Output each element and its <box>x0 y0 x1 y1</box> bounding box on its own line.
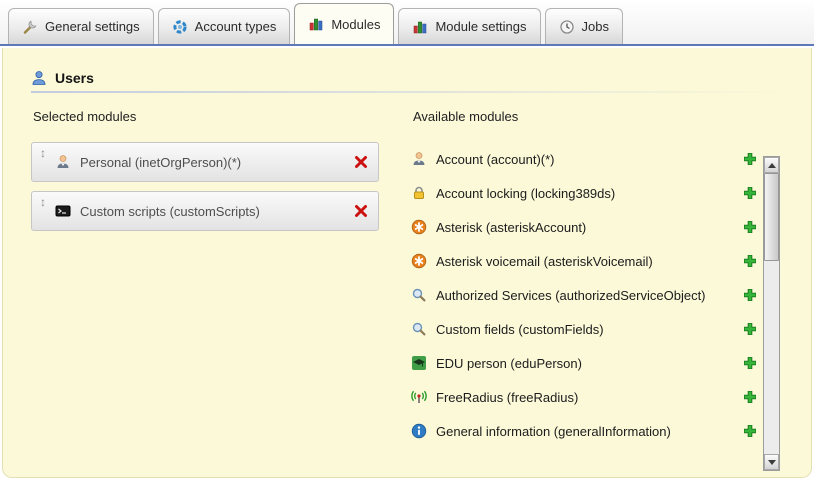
page: General settings Account types Modules M… <box>0 0 814 478</box>
delete-icon[interactable] <box>354 155 368 169</box>
tab-label: General settings <box>45 19 140 34</box>
selected-module-row-personal[interactable]: ↕ Personal (inetOrgPerson)(*) <box>31 142 379 182</box>
clock-icon <box>559 19 575 35</box>
antenna-icon <box>411 389 427 405</box>
selected-module-label: Personal (inetOrgPerson)(*) <box>80 155 345 170</box>
section-title: Users <box>55 70 94 86</box>
selected-module-row-custom-scripts[interactable]: ↕ Custom scripts (customScripts) <box>31 191 379 231</box>
scroll-track[interactable] <box>764 173 779 454</box>
available-module-label: Account locking (locking389ds) <box>436 186 615 201</box>
add-icon[interactable] <box>743 186 757 200</box>
available-module-row: General information (generalInformation) <box>411 414 757 448</box>
available-module-label: Asterisk (asteriskAccount) <box>436 220 586 235</box>
available-module-label: Account (account)(*) <box>436 152 555 167</box>
available-module-row: Account (account)(*) <box>411 142 757 176</box>
available-module-row: Asterisk voicemail (asteriskVoicemail) <box>411 244 757 278</box>
tab-account-types[interactable]: Account types <box>158 8 291 44</box>
tab-modules[interactable]: Modules <box>294 3 394 44</box>
scroll-up-button[interactable] <box>764 157 779 173</box>
tab-jobs[interactable]: Jobs <box>545 8 623 44</box>
add-icon[interactable] <box>743 322 757 336</box>
module-settings-bars-icon <box>412 19 428 35</box>
users-section-header: Users <box>31 70 811 86</box>
add-icon[interactable] <box>743 356 757 370</box>
available-module-label: General information (generalInformation) <box>436 424 671 439</box>
tab-label: Module settings <box>435 19 526 34</box>
add-icon[interactable] <box>743 220 757 234</box>
available-module-row: Account locking (locking389ds) <box>411 176 757 210</box>
modules-bars-icon <box>308 16 324 32</box>
tab-module-settings[interactable]: Module settings <box>398 8 540 44</box>
tab-general-settings[interactable]: General settings <box>8 8 154 44</box>
section-divider <box>31 91 783 93</box>
drag-handle-icon[interactable]: ↕ <box>40 196 46 208</box>
selected-modules-column: Selected modules ↕ Personal (inetOrgPers… <box>31 107 409 448</box>
tab-bar: General settings Account types Modules M… <box>0 0 814 46</box>
arrow-down-icon <box>768 460 776 465</box>
info-icon <box>411 423 427 439</box>
asterisk-icon <box>411 253 427 269</box>
tab-label: Modules <box>331 17 380 32</box>
add-icon[interactable] <box>743 288 757 302</box>
tab-label: Jobs <box>582 19 609 34</box>
magnifier-icon <box>411 287 427 303</box>
terminal-icon <box>55 203 71 219</box>
available-module-row: EDU person (eduPerson) <box>411 346 757 380</box>
graduation-icon <box>411 355 427 371</box>
scroll-thumb[interactable] <box>764 173 779 261</box>
available-module-label: Asterisk voicemail (asteriskVoicemail) <box>436 254 653 269</box>
lock-icon <box>411 185 427 201</box>
person-icon <box>411 151 427 167</box>
available-modules-column: Available modules Account (account)(*) A… <box>409 107 811 448</box>
available-module-row: FreeRadius (freeRadius) <box>411 380 757 414</box>
available-module-label: Custom fields (customFields) <box>436 322 604 337</box>
asterisk-icon <box>411 219 427 235</box>
user-icon <box>31 70 47 86</box>
available-module-label: Authorized Services (authorizedServiceOb… <box>436 288 706 303</box>
drag-handle-icon[interactable]: ↕ <box>40 147 46 159</box>
scroll-down-button[interactable] <box>764 454 779 470</box>
available-scrollbar[interactable] <box>763 156 780 471</box>
modules-panel: Users Selected modules ↕ Personal (inetO… <box>2 48 812 478</box>
wrench-icon <box>22 19 38 35</box>
magnifier-icon <box>411 321 427 337</box>
arrow-up-icon <box>768 163 776 168</box>
available-module-row: Custom fields (customFields) <box>411 312 757 346</box>
selected-module-label: Custom scripts (customScripts) <box>80 204 345 219</box>
refresh-gear-icon <box>172 19 188 35</box>
available-module-label: FreeRadius (freeRadius) <box>436 390 578 405</box>
add-icon[interactable] <box>743 390 757 404</box>
add-icon[interactable] <box>743 424 757 438</box>
add-icon[interactable] <box>743 254 757 268</box>
modules-columns: Selected modules ↕ Personal (inetOrgPers… <box>31 107 811 448</box>
person-icon <box>55 154 71 170</box>
selected-modules-heading: Selected modules <box>33 109 409 124</box>
available-module-row: Asterisk (asteriskAccount) <box>411 210 757 244</box>
delete-icon[interactable] <box>354 204 368 218</box>
tab-label: Account types <box>195 19 277 34</box>
available-module-label: EDU person (eduPerson) <box>436 356 582 371</box>
add-icon[interactable] <box>743 152 757 166</box>
available-modules-heading: Available modules <box>413 109 811 124</box>
available-module-row: Authorized Services (authorizedServiceOb… <box>411 278 757 312</box>
